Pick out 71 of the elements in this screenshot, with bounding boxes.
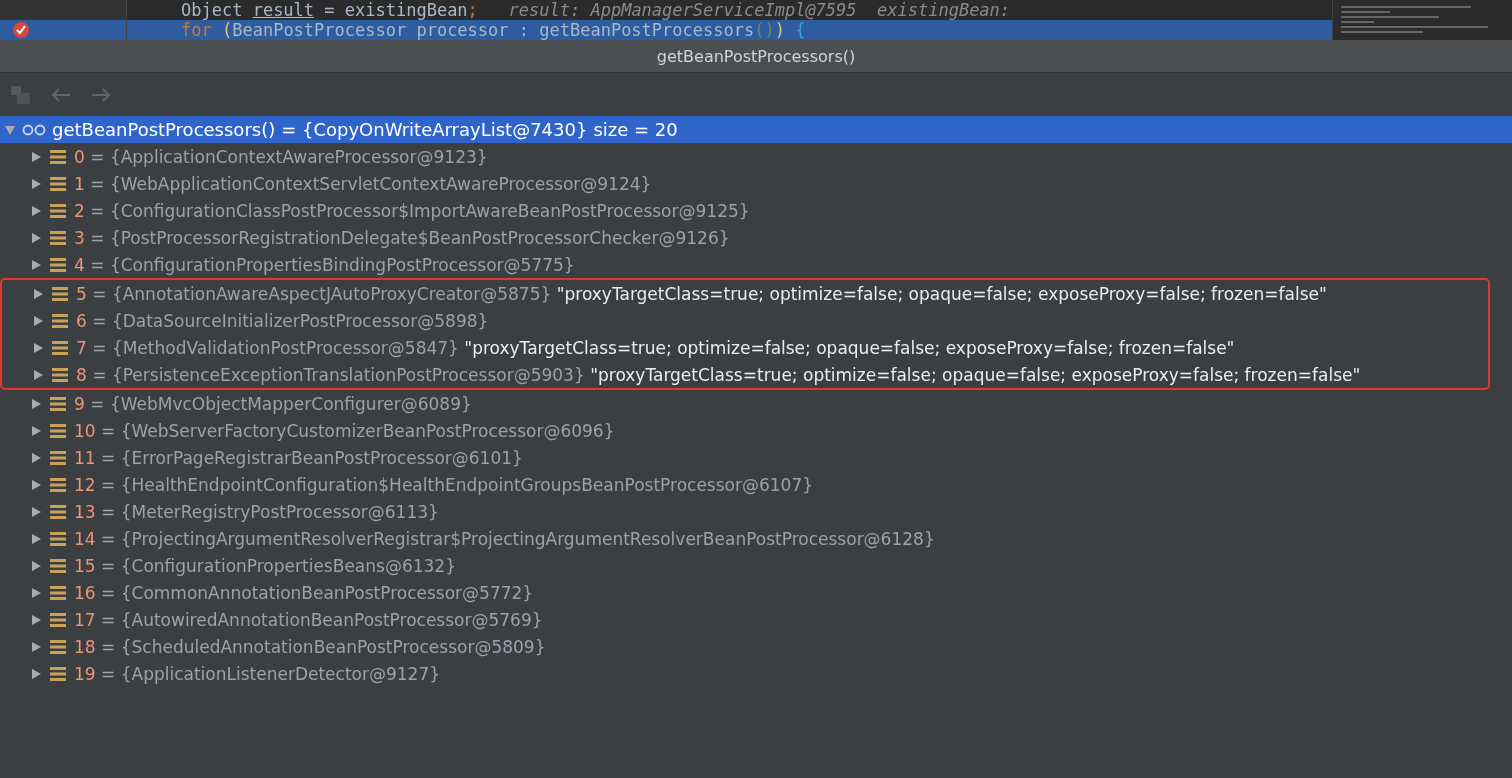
expand-arrow-icon[interactable] [30,397,42,410]
variable-entry[interactable]: 16 = {CommonAnnotationBeanPostProcessor@5772} [74,582,534,603]
expand-arrow-icon[interactable] [30,532,42,545]
frames-icon [10,84,32,105]
variable-entry[interactable]: 0 = {ApplicationContextAwareProcessor@9123} [74,146,488,167]
size-label: size = 20 [593,119,678,140]
variable-root-row[interactable]: getBeanPostProcessors() = {CopyOnWriteArrayList@7430} size = 20 [0,116,1512,143]
list-icon [50,203,66,218]
evaluated-expression-title: getBeanPostProcessors() [656,46,856,66]
expand-arrow-icon[interactable] [32,287,44,300]
expand-arrow-icon[interactable] [30,586,42,599]
list-icon [50,639,66,654]
variable-entry[interactable]: 11 = {ErrorPageRegistrarBeanPostProcessor@6101} [74,447,523,468]
list-icon [50,558,66,573]
expand-arrow-icon[interactable] [30,231,42,244]
expand-arrow-icon[interactable] [30,150,42,163]
variable-entry[interactable]: 13 = {MeterRegistryPostProcessor@6113} [74,501,439,522]
expand-arrow-icon[interactable] [30,478,42,491]
expand-arrow-icon[interactable] [30,640,42,653]
list-icon [50,176,66,191]
variable-entry[interactable]: 18 = {ScheduledAnnotationBeanPostProcessor@5809} [74,636,546,657]
list-icon [50,477,66,492]
list-icon [52,313,68,328]
list-icon [50,585,66,600]
list-icon [50,230,66,245]
expand-arrow-icon[interactable] [30,424,42,437]
list-icon [52,340,68,355]
list-icon [50,531,66,546]
breakpoint-icon[interactable] [12,21,30,39]
list-icon [52,286,68,301]
list-icon [50,450,66,465]
variable-entry[interactable]: 4 = {ConfigurationPropertiesBindingPostProcessor@5775} [74,254,575,275]
variable-entry[interactable]: 12 = {HealthEndpointConfiguration$HealthEndpointGroupsBeanPostProcessor@6107} [74,474,814,495]
list-icon [50,666,66,681]
variable-entry[interactable]: 15 = {ConfigurationPropertiesBeans@6132} [74,555,456,576]
expand-arrow-icon[interactable] [30,204,42,217]
list-icon [50,612,66,627]
expand-arrow-icon[interactable] [30,559,42,572]
variable-entry[interactable]: 1 = {WebApplicationContextServletContextAwareProcessor@9124} [74,173,652,194]
back-arrow-icon [50,86,72,103]
expand-arrow-icon[interactable] [30,451,42,464]
expand-arrow-icon[interactable] [30,258,42,271]
variable-entry[interactable]: 5 = {AnnotationAwareAspectJAutoProxyCreator@5875} "proxyTargetClass=true; optimize=false; opaque=false; exposeProxy=false; frozen=false" [76,283,1327,304]
list-icon [50,396,66,411]
expand-arrow-icon[interactable] [32,368,44,381]
variable-entry[interactable]: 17 = {AutowiredAnnotationBeanPostProcessor@5769} [74,609,543,630]
variable-entry[interactable]: 9 = {WebMvcObjectMapperConfigurer@6089} [74,393,472,414]
variable-entry[interactable]: 6 = {DataSourceInitializerPostProcessor@5898} [76,310,489,331]
list-icon [50,149,66,164]
expand-arrow-icon[interactable] [30,177,42,190]
variable-entry[interactable]: 14 = {ProjectingArgumentResolverRegistrar$ProjectingArgumentResolverBeanPostProcessor@6128} [74,528,935,549]
list-icon [52,367,68,382]
forward-arrow-icon [90,86,112,103]
variable-value: = {CopyOnWriteArrayList@7430} [281,119,588,140]
list-icon [50,504,66,519]
glasses-icon [22,123,46,136]
expand-arrow-icon[interactable] [32,341,44,354]
code-line: Object result = existingBean; result: AppManagerServiceImpl@7595 existingBean: [180,0,1012,20]
list-icon [50,423,66,438]
expand-arrow-icon[interactable] [30,667,42,680]
variable-entry[interactable]: 3 = {PostProcessorRegistrationDelegate$BeanPostProcessorChecker@9126} [74,227,730,248]
expand-arrow-icon[interactable] [30,505,42,518]
variable-entry[interactable]: 19 = {ApplicationListenerDetector@9127} [74,663,441,684]
variable-entry[interactable]: 10 = {WebServerFactoryCustomizerBeanPostProcessor@6096} [74,420,615,441]
list-icon [50,257,66,272]
variable-name: getBeanPostProcessors() [52,119,276,140]
variable-entry[interactable]: 2 = {ConfigurationClassPostProcessor$ImportAwareBeanPostProcessor@9125} [74,200,750,221]
expand-arrow-icon[interactable] [32,314,44,327]
expand-arrow-icon[interactable] [30,613,42,626]
variable-entry[interactable]: 8 = {PersistenceExceptionTranslationPostProcessor@5903} "proxyTargetClass=true; optimize=false; opaque=false; exposeProxy=false; frozen=false" [76,364,1361,385]
variable-entry[interactable]: 7 = {MethodValidationPostProcessor@5847} "proxyTargetClass=true; optimize=false; opaque=false; exposeProxy=false; frozen=false" [76,337,1235,358]
